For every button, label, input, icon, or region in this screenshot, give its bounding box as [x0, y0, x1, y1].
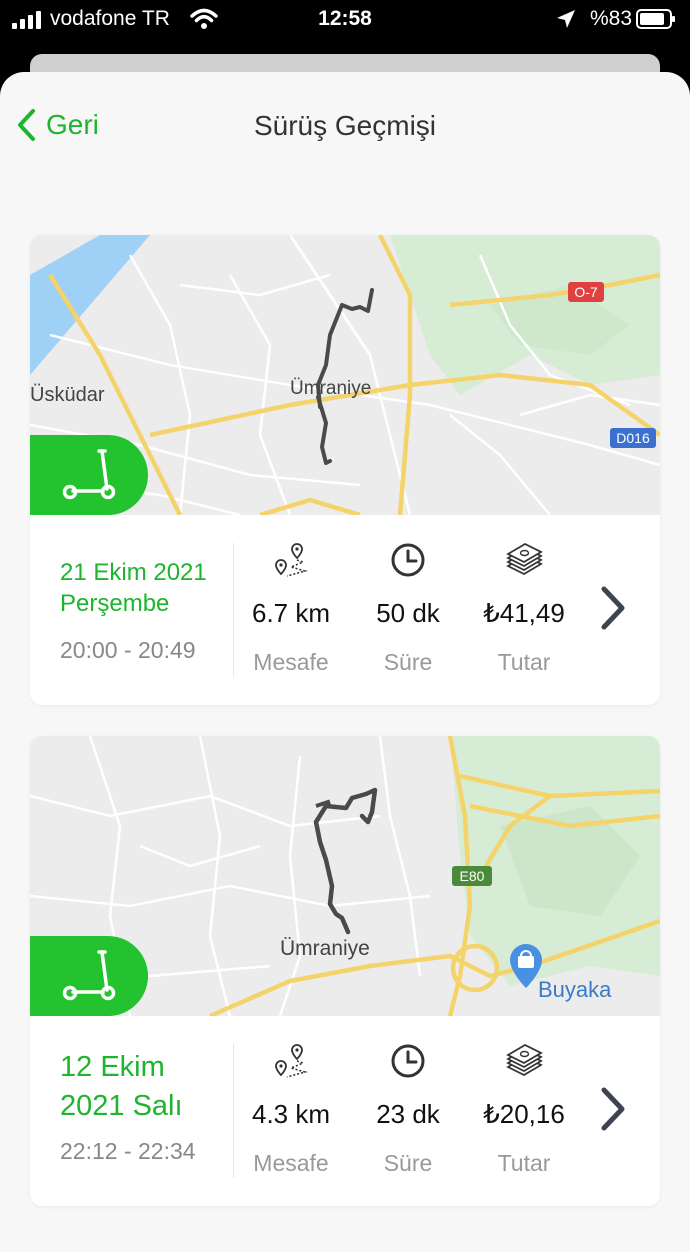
chevron-right-icon[interactable]	[598, 1086, 628, 1132]
money-stack-icon	[506, 542, 543, 576]
status-bar: vodafone TR 12:58 %83	[0, 0, 690, 40]
duration-label: Süre	[383, 1150, 433, 1176]
distance-label: Mesafe	[253, 649, 329, 675]
chevron-right-icon[interactable]	[598, 585, 628, 631]
duration-label: Süre	[383, 649, 433, 675]
scooter-icon	[62, 950, 116, 1001]
location-arrow-icon	[557, 10, 575, 28]
place-label: Ümraniye	[290, 378, 371, 399]
road-label: E80	[460, 868, 485, 884]
ride-card[interactable]: E80 Ümraniye Buyaka 12 Ekim 2021 Salı 22…	[30, 736, 660, 1206]
place-label: Üsküdar	[30, 384, 105, 406]
scooter-icon	[62, 449, 116, 500]
vehicle-badge	[30, 936, 148, 1016]
clock-icon	[391, 543, 425, 577]
battery-percent: %83	[589, 7, 632, 30]
distance-value: 4.3 km	[251, 1099, 331, 1129]
vehicle-badge	[30, 435, 148, 515]
amount-value: ₺20,16	[483, 1099, 565, 1129]
duration-value: 23 dk	[376, 1099, 440, 1129]
route-pin-icon	[275, 543, 308, 577]
road-label: O-7	[574, 284, 598, 300]
place-label: Ümraniye	[280, 937, 370, 960]
ride-time-range: 22:12 - 22:34	[60, 1138, 196, 1164]
ride-date: 12 Ekim 2021 Salı	[60, 1051, 183, 1122]
distance-stat: 6.7 km Mesafe	[233, 540, 349, 676]
amount-label: Tutar	[497, 649, 551, 675]
page-title: Sürüş Geçmişi	[253, 110, 437, 141]
clock-time: 12:58	[318, 7, 372, 30]
ride-time-range: 20:00 - 20:49	[60, 637, 196, 663]
duration-stat: 50 dk Süre	[350, 540, 466, 676]
ride-date: 21 Ekim 2021 Perşembe	[60, 559, 207, 617]
amount-value: ₺41,49	[483, 598, 565, 628]
ride-info: 21 Ekim 2021 Perşembe 20:00 - 20:49 6.7 …	[30, 515, 660, 705]
duration-value: 50 dk	[376, 598, 440, 628]
ride-card[interactable]: O-7 D016 Üsküdar Ümraniye 21 Ekim 2021 P…	[30, 235, 660, 705]
place-label: Buyaka	[538, 977, 612, 1002]
amount-stat: ₺20,16 Tutar	[466, 1041, 582, 1177]
ride-history-modal: Geri Sürüş Geçmişi O-7 D016 Üsküdar Ümra…	[0, 72, 690, 1252]
money-stack-icon	[506, 1043, 543, 1077]
ride-info: 12 Ekim 2021 Salı 22:12 - 22:34 4.3 km M…	[30, 1016, 660, 1206]
distance-label: Mesafe	[253, 1150, 329, 1176]
road-label: D016	[616, 430, 650, 446]
distance-value: 6.7 km	[251, 598, 331, 628]
nav-bar: Geri Sürüş Geçmişi	[0, 72, 690, 182]
amount-stat: ₺41,49 Tutar	[466, 540, 582, 676]
duration-stat: 23 dk Süre	[350, 1041, 466, 1177]
clock-icon	[391, 1044, 425, 1078]
route-pin-icon	[275, 1044, 308, 1078]
battery-icon	[636, 9, 675, 29]
amount-label: Tutar	[497, 1150, 551, 1176]
distance-stat: 4.3 km Mesafe	[233, 1041, 349, 1177]
